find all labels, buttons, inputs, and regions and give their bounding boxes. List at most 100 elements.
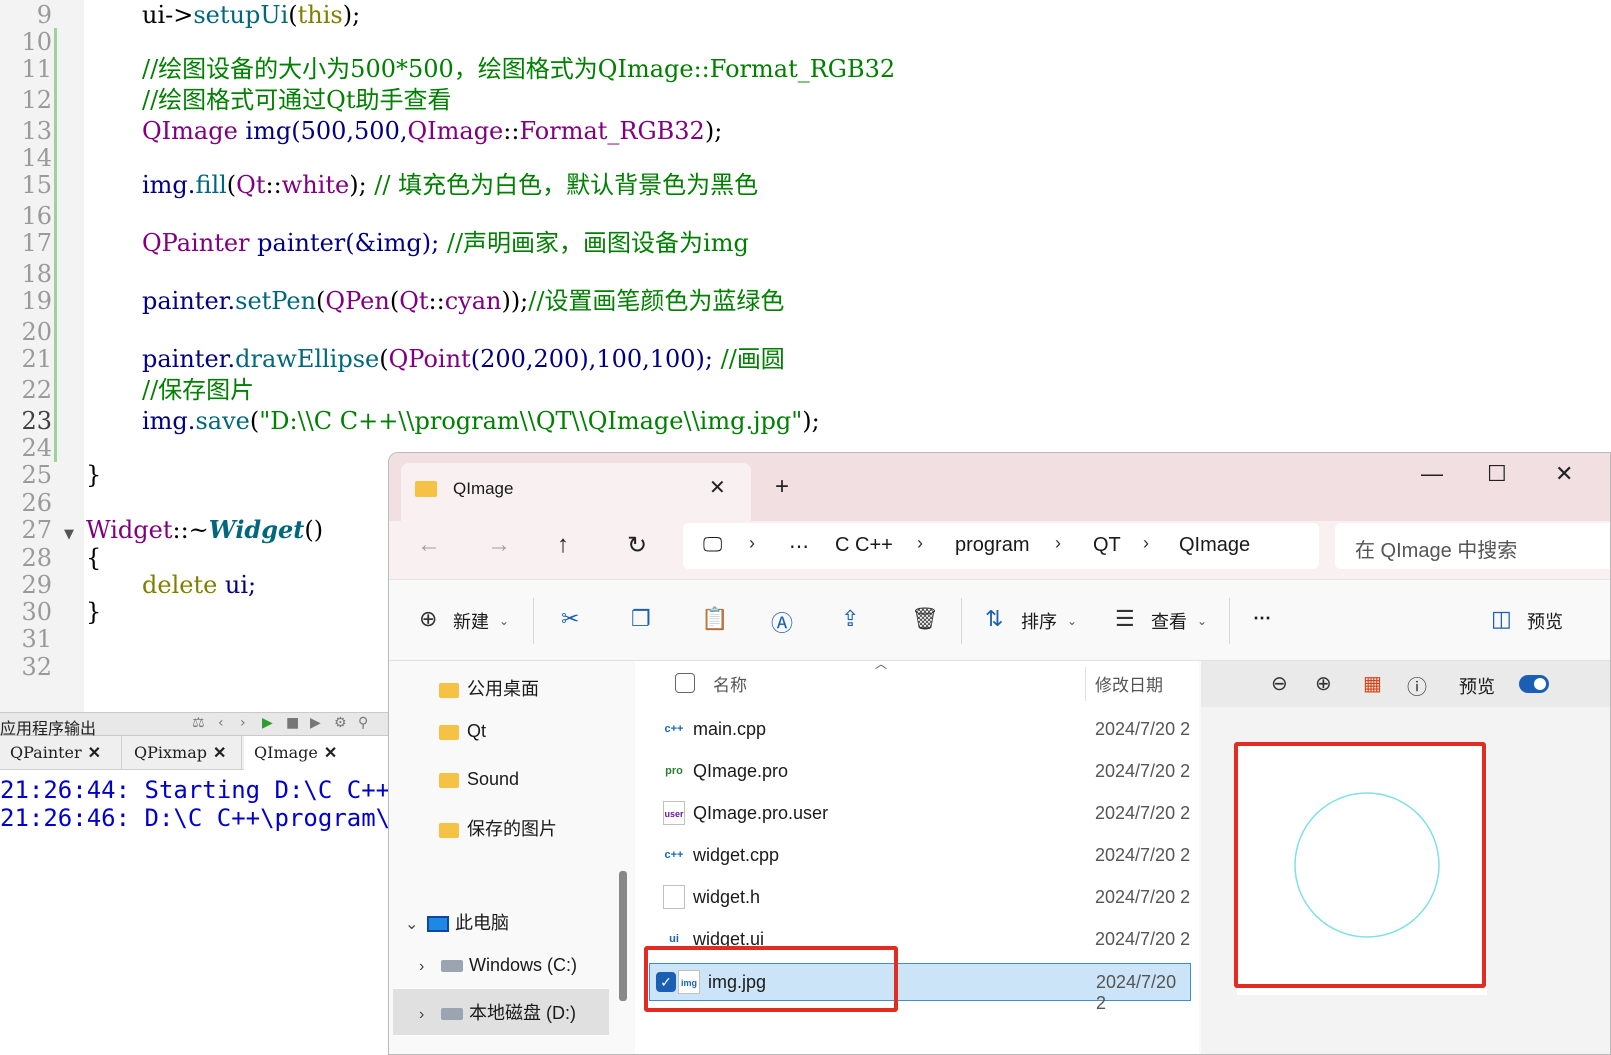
rename-icon[interactable]: Ⓐ [771,606,793,638]
code-line-28: { [86,544,102,572]
more-button[interactable]: ⋯ [1253,608,1271,629]
search-input[interactable]: 在 QImage 中搜索 [1335,523,1610,569]
file-row[interactable]: pro QImage.pro 2024/7/20 2 [659,753,1191,791]
nav-item-drive-d[interactable]: › 本地磁盘 (D:) [419,999,576,1025]
tab-qimage[interactable]: QImage ✕ [244,736,400,770]
preview-toggle[interactable] [1519,675,1549,693]
line-number: 18 [21,260,52,288]
tab-qpixmap[interactable]: QPixmap ✕ [124,736,242,770]
chevron-right-icon[interactable]: › [917,533,923,554]
breadcrumb-qimage[interactable]: QImage [1179,534,1250,557]
chevron-right-icon[interactable]: › [1055,533,1061,554]
next-icon[interactable]: › [240,715,246,731]
sort-button[interactable]: 排序 [1021,608,1057,634]
maximize-button[interactable]: ☐ [1487,461,1507,487]
search-icon[interactable]: ⚲ [358,715,368,731]
code-line-21: painter.drawEllipse(QPoint(200,200),100,… [142,345,785,373]
close-icon[interactable]: ✕ [213,743,226,762]
apps-icon[interactable]: ▦ [1363,671,1382,696]
gear-icon[interactable]: ⚙ [334,715,347,731]
close-icon[interactable]: ✕ [324,743,337,762]
fold-arrow-icon[interactable]: ▼ [64,527,74,542]
line-number: 25 [21,461,52,489]
chevron-down-icon[interactable]: ⌄ [499,614,509,628]
file-row[interactable]: user QImage.pro.user 2024/7/20 2 [659,795,1191,833]
paste-icon[interactable]: 📋 [701,606,728,632]
chevron-right-icon[interactable]: › [749,533,755,554]
chevron-down-icon[interactable]: ⌄ [1197,614,1207,628]
preview-label: 预览 [1459,677,1495,697]
view-icon[interactable]: ☰ [1115,606,1135,632]
close-icon[interactable]: ✕ [88,743,101,762]
nav-item-public-desktop[interactable]: 公用桌面 [439,675,539,701]
code-line-30: } [86,598,102,626]
share-icon[interactable]: ⇪ [841,606,859,632]
chevron-down-icon[interactable]: ⌄ [1067,614,1077,628]
line-number: 16 [21,202,52,230]
file-row[interactable]: widget.h 2024/7/20 2 [659,879,1191,917]
preview-toolbar: ⊖ ⊕ ▦ ⓘ 预览 [1201,661,1610,707]
up-button[interactable]: ↑ [557,531,569,559]
nav-item-this-pc[interactable]: ⌄ 此电脑 [405,909,509,935]
copy-icon[interactable]: ❐ [631,606,651,632]
breadcrumb-qt[interactable]: QT [1093,534,1121,557]
new-button[interactable]: 新建 [453,608,489,634]
new-tab-button[interactable]: + [775,473,789,501]
back-button[interactable]: ← [417,531,441,559]
file-row[interactable]: c++ main.cpp 2024/7/20 2 [659,711,1191,749]
attach-icon[interactable]: ▶ [310,715,321,731]
chevron-right-icon[interactable]: › [419,958,441,976]
line-number: 11 [21,55,52,83]
prev-icon[interactable]: ‹ [218,715,224,731]
nav-item-qt[interactable]: Qt [439,721,486,742]
scrollbar[interactable] [619,871,627,1001]
explorer-tab[interactable]: QImage ✕ [401,463,751,521]
pro-file-icon: pro [663,759,685,783]
line-number: 32 [21,653,52,681]
run-icon[interactable]: ▶ [262,715,273,731]
new-icon[interactable]: ⊕ [419,606,437,632]
forward-button[interactable]: → [487,531,511,559]
cut-icon[interactable]: ✂ [561,606,579,632]
code-line-29: delete ui; [142,571,257,599]
minimize-button[interactable]: — [1421,461,1443,487]
sort-icon[interactable]: ⇅ [985,606,1003,632]
chevron-right-icon[interactable]: › [419,1006,441,1024]
file-row[interactable]: c++ widget.cpp 2024/7/20 2 [659,837,1191,875]
preview-button[interactable]: 预览 [1527,608,1563,634]
line-number: 29 [21,571,52,599]
line-number: 15 [21,171,52,199]
help-icon[interactable]: ⓘ [1407,671,1427,700]
close-tab-icon[interactable]: ✕ [709,475,726,500]
nav-item-sound[interactable]: Sound [439,769,519,790]
view-button[interactable]: 查看 [1151,608,1187,634]
line-number: 22 [21,376,52,404]
zoom-out-icon[interactable]: ⊖ [1271,671,1288,696]
select-all-checkbox[interactable] [675,673,695,693]
folder-icon [439,724,459,740]
navigation-bar: ← → ↑ ↻ 🖵 › ⋯ C C++ › program › QT › QIm… [389,521,1610,579]
address-bar[interactable]: 🖵 › ⋯ C C++ › program › QT › QImage [683,523,1319,569]
filter-icon[interactable]: ⚖ [192,715,205,731]
chevron-right-icon[interactable]: › [1143,533,1149,554]
delete-icon[interactable]: 🗑 [911,606,939,632]
line-number: 13 [21,117,52,145]
chevron-down-icon[interactable]: ⌄ [405,914,427,934]
column-modified[interactable]: 修改日期 [1095,671,1163,696]
refresh-button[interactable]: ↻ [627,531,647,560]
breadcrumb-c-cpp[interactable]: C C++ [835,534,893,557]
close-window-button[interactable]: ✕ [1555,461,1573,487]
nav-item-drive-c[interactable]: › Windows (C:) [419,955,577,976]
line-number: 26 [21,489,52,517]
line-number: 24 [21,434,52,462]
title-bar: QImage ✕ + — ☐ ✕ [389,453,1610,521]
computer-icon[interactable]: 🖵 [703,534,722,557]
column-name[interactable]: 名称 [713,671,747,696]
breadcrumb-program[interactable]: program [955,534,1029,557]
stop-icon[interactable]: ■ [286,715,299,731]
tab-qpainter[interactable]: QPainter ✕ [0,736,122,770]
nav-item-saved-pictures[interactable]: 保存的图片 [439,815,557,841]
zoom-in-icon[interactable]: ⊕ [1315,671,1332,696]
more-crumbs-button[interactable]: ⋯ [789,534,809,559]
preview-pane-icon[interactable]: ◫ [1491,606,1512,632]
